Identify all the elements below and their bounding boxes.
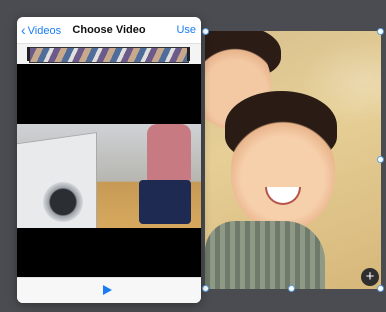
resize-handle-bottom-middle[interactable]	[288, 285, 295, 292]
resize-handle-top-right[interactable]	[377, 28, 384, 35]
photo-detail	[205, 221, 325, 289]
plus-icon: +	[365, 268, 375, 285]
resize-handle-top-left[interactable]	[202, 28, 209, 35]
picker-title: Choose Video	[72, 24, 146, 36]
add-button[interactable]: +	[361, 268, 379, 286]
resize-handle-bottom-right[interactable]	[377, 285, 384, 292]
canvas: + ‹ Videos Choose Video Use	[0, 0, 386, 312]
trim-handle-start[interactable]	[27, 47, 30, 61]
use-button[interactable]: Use	[176, 22, 196, 38]
trim-handle-end[interactable]	[187, 47, 190, 61]
frame-detail	[139, 180, 191, 224]
video-preview[interactable]	[17, 64, 201, 277]
resize-handle-bottom-left[interactable]	[202, 285, 209, 292]
photo-detail	[231, 113, 335, 231]
trim-bar	[17, 43, 201, 65]
picker-nav-bar: ‹ Videos Choose Video Use	[17, 17, 201, 43]
filmstrip[interactable]	[29, 47, 189, 63]
video-frame	[17, 124, 201, 228]
frame-detail	[43, 182, 83, 222]
play-icon[interactable]	[103, 285, 112, 295]
frame-detail	[147, 124, 191, 184]
video-picker: ‹ Videos Choose Video Use	[17, 17, 201, 303]
resize-handle-middle-right[interactable]	[377, 156, 384, 163]
playback-bar	[17, 277, 201, 303]
selected-photo[interactable]	[205, 31, 381, 289]
